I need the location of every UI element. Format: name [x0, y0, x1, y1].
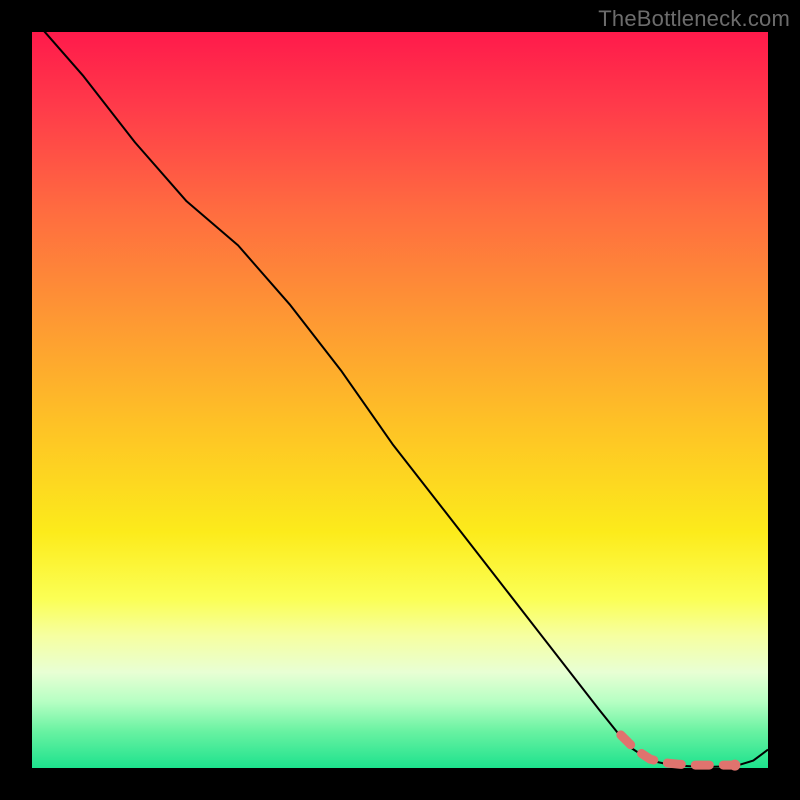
watermark-text: TheBottleneck.com: [598, 6, 790, 32]
pink-end-dot: [729, 760, 740, 771]
chart-frame: TheBottleneck.com: [0, 0, 800, 800]
black-curve-path: [32, 17, 768, 767]
plot-area: [32, 32, 768, 768]
chart-svg: [32, 32, 768, 768]
pink-highlight-path: [621, 735, 735, 765]
